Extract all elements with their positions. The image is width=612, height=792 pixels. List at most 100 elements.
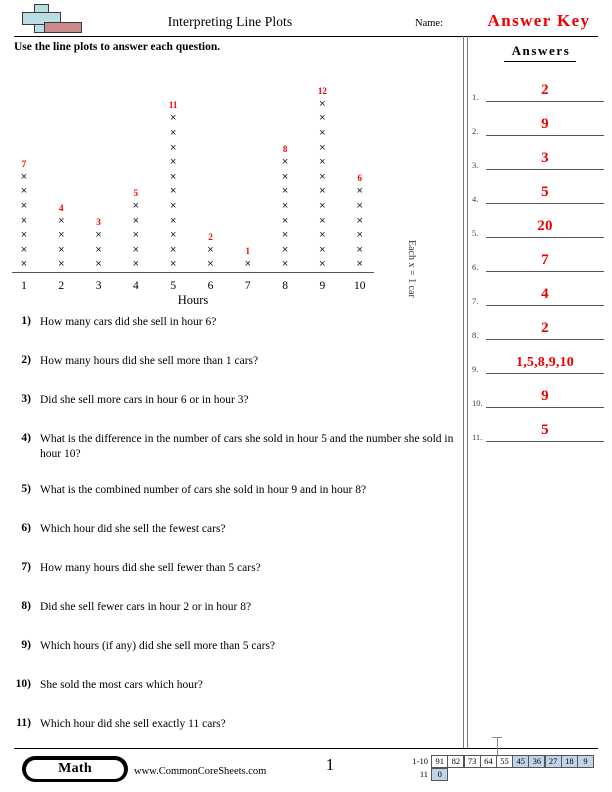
plot-column: × 1 [237, 245, 259, 272]
plot-x-marker: × [356, 200, 363, 213]
question-text: How many hours did she sell fewer than 5… [40, 562, 261, 574]
score-cell[interactable]: 0 [431, 768, 449, 781]
score-cell[interactable]: 9 [577, 755, 595, 768]
subject-badge: Math [22, 756, 128, 782]
answer-value: 5 [541, 422, 549, 438]
score-row-label: 11 [419, 769, 428, 779]
plot-column-count-label: 1 [245, 246, 251, 257]
plot-x-marker: × [20, 229, 28, 242]
plot-x-marker: × [319, 229, 326, 242]
plot-column: × × × × × × × × 8 [274, 143, 296, 272]
answer-row-number: 7. [472, 296, 479, 306]
plot-x-marker: × [58, 214, 65, 227]
score-cell[interactable]: 55 [496, 755, 514, 768]
answer-row-number: 2. [472, 126, 479, 136]
answer-row: 5. 20 [470, 204, 610, 238]
answer-value: 5 [541, 184, 549, 200]
plot-x-marker: × [132, 214, 140, 227]
plot-x-marker: × [319, 214, 326, 227]
plot-x-tick-label: 5 [170, 280, 177, 292]
plot-x-marker: × [132, 243, 140, 256]
plot-x-marker: × [169, 112, 177, 125]
plot-column-count-label: 7 [21, 158, 27, 169]
plot-x-marker: × [169, 214, 177, 227]
answer-key-stamp: Answer Key [487, 11, 591, 30]
score-cell[interactable]: 82 [447, 755, 465, 768]
plot-x-marker: × [169, 229, 177, 242]
plot-column: × × × × × × × × × × × × 12 [311, 85, 333, 272]
plot-x-marker: × [281, 200, 289, 213]
question-text: Which hour did she sell the fewest cars? [40, 523, 226, 535]
score-cell[interactable]: 91 [431, 755, 449, 768]
line-plot: Hours Each x = 1 car × × × × × × × 7 1 × × × × 4 2 × × × 3… [0, 60, 460, 307]
score-cell[interactable]: 18 [560, 755, 578, 768]
plot-x-marker: × [319, 200, 326, 213]
plot-x-tick-label: 7 [244, 280, 251, 292]
plot-x-marker: × [169, 200, 177, 213]
answer-row-number: 4. [472, 194, 479, 204]
question-text: What is the combined number of cars she … [40, 484, 367, 496]
plot-x-marker: × [319, 127, 326, 140]
answers-panel: Answers 1. 2 2. 9 3. 3 4. 5 5. 20 6. 7 7. 4 8. 2 9. 1,5,8… [470, 40, 612, 460]
plot-x-marker: × [132, 258, 140, 271]
question-item: 11) Which hour did she sell exactly 11 ca… [14, 717, 460, 732]
plot-x-marker: × [319, 243, 326, 256]
question-text: How many cars did she sell in hour 6? [40, 316, 217, 328]
plot-x-axis-title: Hours [177, 293, 209, 307]
question-text: Did she sell more cars in hour 6 or in h… [40, 394, 249, 406]
plot-x-marker: × [319, 170, 326, 183]
plot-legend: Each x = 1 car [406, 240, 417, 298]
question-item: 10) She sold the most cars which hour? [14, 678, 460, 693]
plot-column: × × × × 4 [50, 202, 72, 272]
score-cell[interactable]: 73 [463, 755, 481, 768]
plot-x-marker: × [169, 185, 177, 198]
question-item: 4) What is the difference in the number o… [14, 432, 460, 461]
plot-x-marker: × [169, 243, 177, 256]
answer-value: 9 [541, 116, 549, 132]
score-cell[interactable]: 64 [479, 755, 497, 768]
plot-x-marker: × [356, 258, 363, 271]
plot-x-marker: × [319, 258, 326, 271]
answer-row: 1. 2 [470, 68, 610, 102]
question-number: 7) [21, 561, 31, 573]
answer-blank-line[interactable] [486, 441, 604, 442]
question-number: 4) [21, 432, 31, 444]
plot-x-marker: × [319, 97, 326, 110]
plot-axis-line [12, 272, 374, 273]
answer-row: 11. 5 [470, 408, 610, 442]
score-row-11: 11 0 [398, 768, 604, 781]
plot-column-count-label: 12 [317, 85, 327, 96]
plot-x-marker: × [58, 229, 65, 242]
header-divider [14, 36, 598, 37]
footer-divider [14, 748, 598, 749]
plot-x-marker: × [20, 258, 28, 271]
plot-column: × × × × × 5 [125, 187, 147, 272]
plot-column-count-label: 8 [282, 144, 288, 155]
answer-row: 6. 7 [470, 238, 610, 272]
page-header: Interpreting Line Plots Name: Answer Key [0, 0, 612, 40]
plot-column: × × × 3 [88, 216, 110, 272]
score-cell[interactable]: 36 [528, 755, 546, 768]
answer-value: 2 [541, 320, 549, 336]
score-cell[interactable]: 27 [544, 755, 562, 768]
plot-x-tick-label: 8 [282, 280, 288, 292]
question-text: What is the difference in the number of … [40, 433, 454, 460]
plot-x-marker: × [20, 200, 28, 213]
answer-value: 4 [541, 286, 549, 302]
plot-column-count-label: 3 [96, 217, 101, 228]
question-item: 3) Did she sell more cars in hour 6 or in… [14, 393, 460, 408]
question-item: 8) Did she sell fewer cars in hour 2 or i… [14, 600, 460, 615]
plot-x-marker: × [207, 243, 214, 256]
answer-value: 9 [541, 388, 549, 404]
question-text: Which hour did she sell exactly 11 cars? [40, 718, 226, 730]
name-label: Name: [415, 18, 443, 29]
page-title: Interpreting Line Plots [167, 14, 293, 29]
answers-heading: Answers [511, 43, 571, 58]
answer-value: 1,5,8,9,10 [516, 355, 574, 370]
plot-x-tick-label: 1 [21, 280, 27, 292]
question-number: 3) [21, 393, 31, 405]
score-cell[interactable]: 45 [512, 755, 530, 768]
plot-column: × × × × × × × 7 [13, 158, 35, 272]
answer-row-number: 10. [472, 398, 483, 408]
score-row-label: 1-10 [412, 756, 428, 766]
